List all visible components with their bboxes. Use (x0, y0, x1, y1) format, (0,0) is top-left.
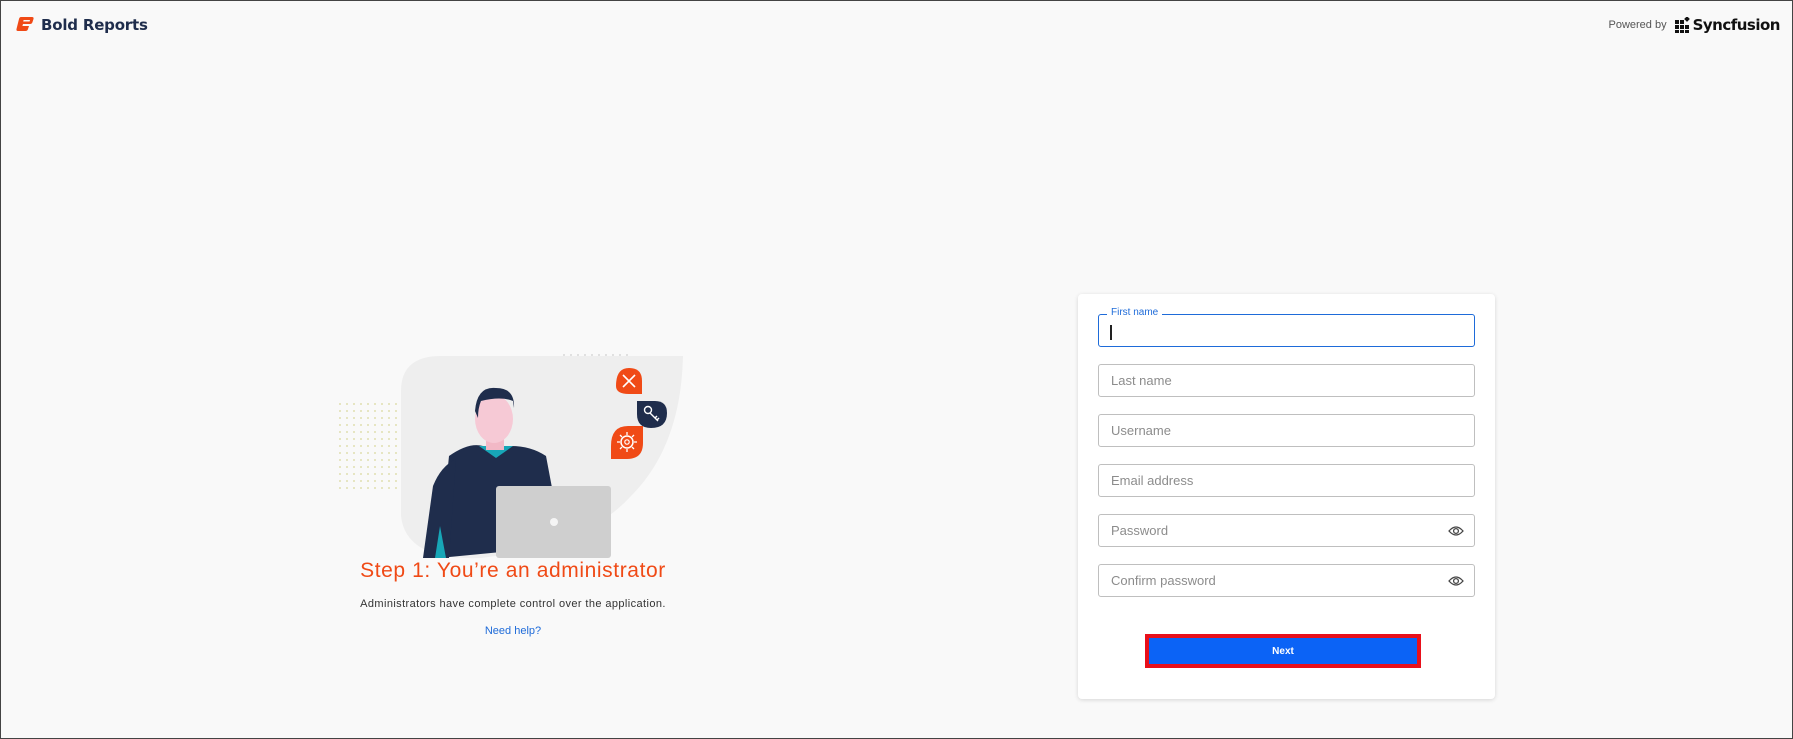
administrator-illustration (339, 351, 683, 559)
last-name-field[interactable] (1098, 364, 1475, 397)
syncfusion-logo: Syncfusion (1674, 16, 1781, 34)
confirm-password-input[interactable] (1099, 565, 1474, 596)
powered-by-label: Powered by (1608, 19, 1667, 31)
username-field[interactable] (1098, 414, 1475, 447)
powered-by: Powered by Syncfusion (1608, 16, 1780, 34)
first-name-field[interactable]: First name (1098, 307, 1475, 347)
email-input[interactable] (1099, 465, 1474, 496)
confirm-password-field[interactable] (1098, 564, 1475, 597)
step-description: Administrators have complete control ove… (360, 598, 666, 610)
settings-icon (611, 426, 643, 459)
last-name-input[interactable] (1099, 365, 1474, 396)
text-caret (1110, 325, 1112, 340)
first-name-label: First name (1107, 307, 1163, 318)
brand-name: Bold Reports (41, 16, 148, 34)
need-help-label[interactable]: Need help? (485, 625, 541, 637)
first-name-input[interactable] (1099, 315, 1474, 346)
brand[interactable]: Bold Reports (15, 16, 148, 34)
password-field[interactable] (1098, 514, 1475, 547)
show-confirm-password-eye-icon[interactable] (1448, 574, 1464, 588)
admin-form-card: First name Next (1078, 294, 1495, 699)
tools-icon (616, 368, 642, 394)
partner-name: Syncfusion (1692, 16, 1781, 34)
need-help-link[interactable]: Need help? (301, 625, 725, 637)
syncfusion-logo-icon (1674, 17, 1690, 33)
username-input[interactable] (1099, 415, 1474, 446)
step-title: Step 1: You’re an administrator (360, 559, 666, 582)
bold-reports-logo-icon (16, 17, 34, 31)
password-input[interactable] (1099, 515, 1474, 546)
show-password-eye-icon[interactable] (1448, 524, 1464, 538)
email-field[interactable] (1098, 464, 1475, 497)
key-icon (637, 401, 667, 428)
next-button[interactable]: Next (1149, 638, 1417, 664)
next-button-highlight: Next (1145, 634, 1421, 668)
